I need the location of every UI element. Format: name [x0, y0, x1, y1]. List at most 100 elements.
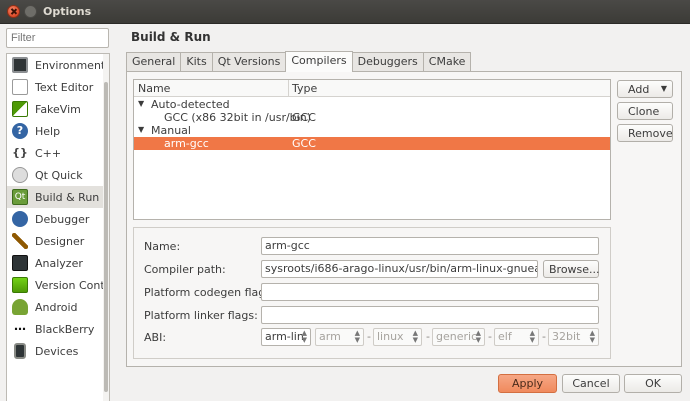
- android-icon: [12, 299, 28, 315]
- sidebar-item-label: Help: [35, 124, 61, 138]
- sidebar-item-fakevim[interactable]: FakeVim: [7, 98, 109, 120]
- sidebar-item-build-run[interactable]: Qt Build & Run: [7, 186, 109, 208]
- text-editor-icon: [12, 79, 28, 95]
- scrollbar-thumb[interactable]: [104, 82, 108, 392]
- expanded-arrow-icon[interactable]: ▼: [138, 99, 144, 108]
- abi-os-value: linux: [377, 330, 404, 343]
- compiler-name: arm-gcc: [164, 137, 209, 150]
- sidebar-item-help[interactable]: ? Help: [7, 120, 109, 142]
- abi-separator: -: [488, 330, 492, 343]
- filter-input[interactable]: [6, 28, 109, 48]
- minimize-window-icon[interactable]: [24, 5, 37, 18]
- spinner-arrows-icon: ▲ ▼: [529, 329, 535, 344]
- spinner-arrows-icon: ▲ ▼: [301, 329, 307, 344]
- window-title: Options: [43, 5, 92, 18]
- remove-button[interactable]: Remove: [617, 124, 673, 142]
- sidebar-item-label: Analyzer: [35, 256, 83, 270]
- abi-flavor-select[interactable]: generic ▲ ▼: [432, 328, 485, 346]
- tab-qt-versions[interactable]: Qt Versions: [211, 52, 287, 71]
- sidebar-item-qt-quick[interactable]: Qt Quick: [7, 164, 109, 186]
- page-title: Build & Run: [131, 30, 211, 44]
- compiler-path-label: Compiler path:: [144, 263, 226, 276]
- compiler-path-field[interactable]: sysroots/i686-arago-linux/usr/bin/arm-li…: [261, 260, 538, 278]
- clone-button-label: Clone: [628, 105, 660, 118]
- sidebar-item-debugger[interactable]: Debugger: [7, 208, 109, 230]
- abi-os-select[interactable]: linux ▲ ▼: [373, 328, 422, 346]
- tab-kits[interactable]: Kits: [180, 52, 213, 71]
- sidebar-item-label: Android: [35, 300, 78, 314]
- sidebar-item-devices[interactable]: Devices: [7, 340, 109, 362]
- sidebar-item-android[interactable]: Android: [7, 296, 109, 318]
- add-button[interactable]: Add ▼: [617, 80, 673, 98]
- tree-header: Name Type: [134, 80, 610, 97]
- cpp-icon: {}: [12, 146, 28, 159]
- sidebar-item-analyzer[interactable]: Analyzer: [7, 252, 109, 274]
- abi-arch-select[interactable]: arm ▲ ▼: [315, 328, 364, 346]
- tab-cmake[interactable]: CMake: [422, 52, 472, 71]
- tab-general[interactable]: General: [126, 52, 182, 71]
- column-header-type[interactable]: Type: [292, 82, 317, 95]
- debugger-icon: [12, 211, 28, 227]
- add-button-label: Add: [628, 83, 650, 96]
- sidebar-item-blackberry[interactable]: ⋯ BlackBerry: [7, 318, 109, 340]
- fakevim-icon: [12, 101, 28, 117]
- linker-flags-label: Platform linker flags:: [144, 309, 258, 322]
- ok-button[interactable]: OK: [624, 374, 682, 393]
- sidebar-item-text-editor[interactable]: Text Editor: [7, 76, 109, 98]
- sidebar-item-designer[interactable]: Designer: [7, 230, 109, 252]
- clone-button[interactable]: Clone: [617, 102, 673, 120]
- group-label: Manual: [151, 124, 191, 137]
- category-sidebar: Environment Text Editor FakeVim ? Help {…: [6, 28, 110, 401]
- sidebar-item-version-control[interactable]: Version Control: [7, 274, 109, 296]
- abi-arch-value: arm: [319, 330, 341, 343]
- apply-button[interactable]: Apply: [498, 374, 557, 393]
- compiler-tree[interactable]: Name Type ▼ Auto-detected GCC (x86 32bit…: [133, 79, 611, 220]
- sidebar-item-label: C++: [35, 146, 62, 160]
- column-header-name[interactable]: Name: [138, 82, 170, 95]
- sidebar-item-label: BlackBerry: [35, 322, 95, 336]
- blackberry-icon: ⋯: [14, 322, 26, 336]
- sidebar-item-environment[interactable]: Environment: [7, 54, 109, 76]
- sidebar-item-label: FakeVim: [35, 102, 81, 116]
- browse-button[interactable]: Browse...: [543, 260, 600, 278]
- sidebar-item-cpp[interactable]: {} C++: [7, 142, 109, 164]
- tab-debuggers[interactable]: Debuggers: [351, 52, 424, 71]
- abi-format-value: elf: [498, 330, 512, 343]
- compiler-type: GCC: [292, 137, 316, 150]
- expanded-arrow-icon[interactable]: ▼: [138, 125, 144, 134]
- close-window-icon[interactable]: [7, 5, 20, 18]
- dropdown-arrow-icon: ▼: [660, 84, 667, 93]
- designer-icon: [12, 233, 28, 249]
- abi-format-select[interactable]: elf ▲ ▼: [494, 328, 539, 346]
- cancel-button[interactable]: Cancel: [562, 374, 620, 393]
- abi-separator: -: [367, 330, 371, 343]
- linker-flags-field[interactable]: [261, 306, 599, 324]
- tab-compilers[interactable]: Compilers: [285, 51, 353, 72]
- codegen-flags-field[interactable]: [261, 283, 599, 301]
- tree-row-selected[interactable]: arm-gcc GCC: [134, 137, 610, 150]
- remove-button-label: Remove: [628, 127, 673, 140]
- column-divider[interactable]: [288, 80, 289, 96]
- abi-preset-value: arm-lin: [265, 330, 304, 343]
- codegen-flags-label: Platform codegen flags:: [144, 286, 275, 299]
- tree-row[interactable]: GCC (x86 32bit in /usr/bin) GCC: [134, 111, 610, 124]
- title-bar: Options: [0, 0, 690, 24]
- analyzer-icon: [12, 255, 28, 271]
- help-icon: ?: [12, 123, 28, 139]
- sidebar-scrollbar[interactable]: [103, 54, 109, 401]
- sidebar-item-label: Environment: [35, 58, 106, 72]
- tree-group-manual[interactable]: ▼ Manual: [134, 124, 610, 137]
- sidebar-item-label: Qt Quick: [35, 168, 83, 182]
- spinner-arrows-icon: ▲ ▼: [589, 329, 595, 344]
- abi-preset-select[interactable]: arm-lin ▲ ▼: [261, 328, 311, 346]
- abi-separator: -: [542, 330, 546, 343]
- name-field[interactable]: arm-gcc: [261, 237, 599, 255]
- compiler-type: GCC: [292, 111, 316, 124]
- monitor-icon: [12, 57, 28, 73]
- qt-quick-icon: [12, 167, 28, 183]
- abi-width-select[interactable]: 32bit ▲ ▼: [548, 328, 599, 346]
- tree-group-auto-detected[interactable]: ▼ Auto-detected: [134, 98, 610, 111]
- build-run-icon: Qt: [12, 189, 28, 205]
- abi-width-value: 32bit: [552, 330, 581, 343]
- sidebar-item-label: Devices: [35, 344, 79, 358]
